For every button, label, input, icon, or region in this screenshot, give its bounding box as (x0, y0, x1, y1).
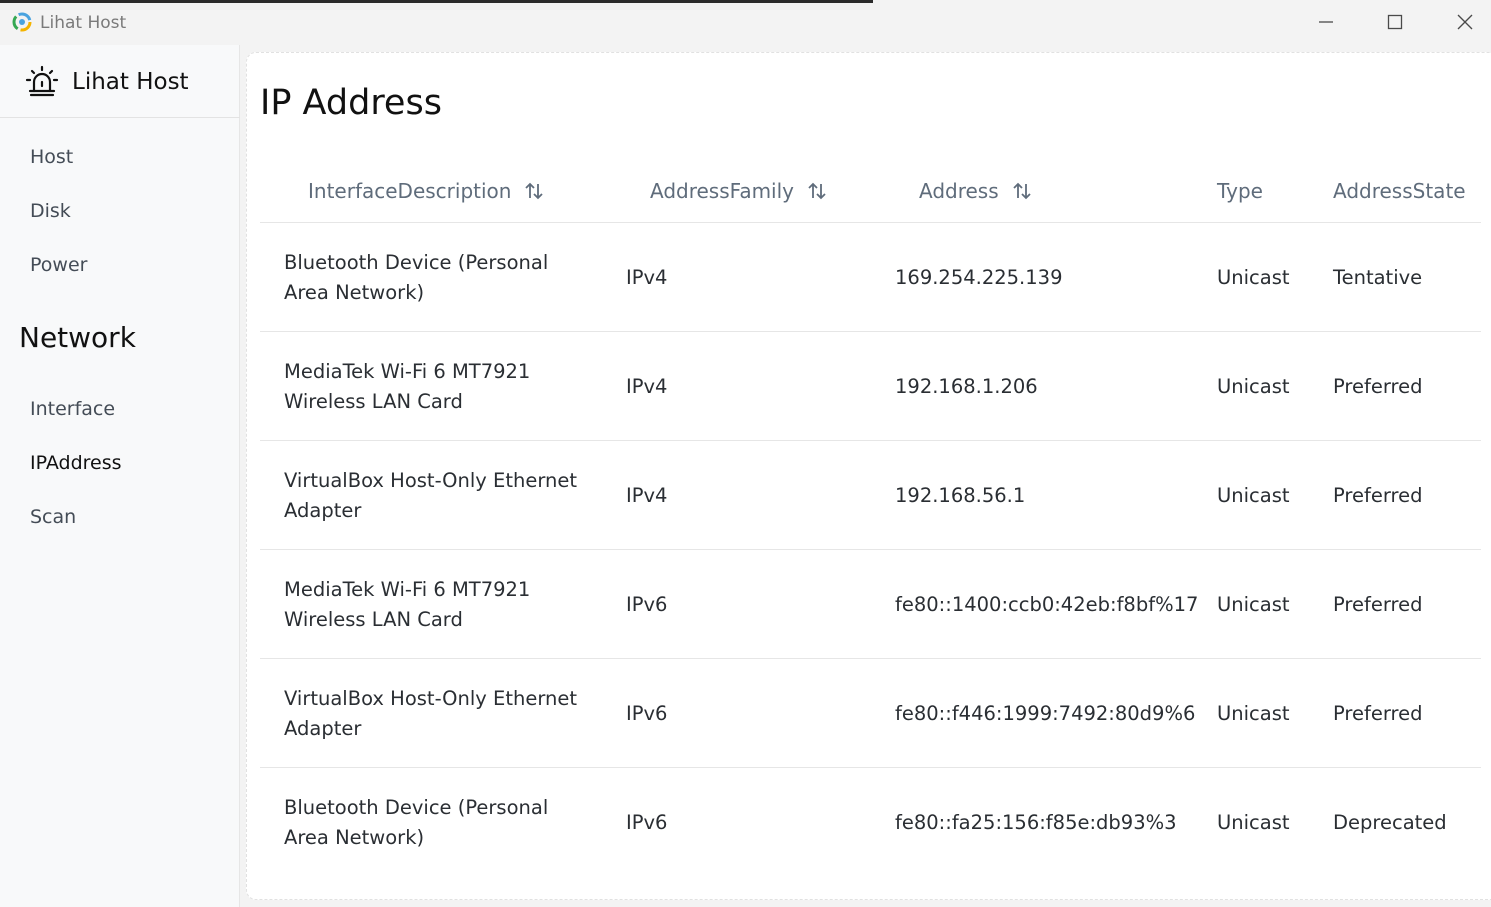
cell-text: Adapter (284, 499, 362, 522)
close-icon (1457, 14, 1473, 34)
cell-address-state: Preferred (1333, 593, 1423, 616)
siren-alarm-icon (24, 63, 60, 99)
sidebar-item-scan[interactable]: Scan (30, 506, 76, 528)
sidebar: Lihat Host Host Disk Power Network Inter… (0, 45, 240, 907)
cell-address-family: IPv6 (626, 811, 668, 834)
cell-text: Adapter (284, 717, 362, 740)
cell-text: VirtualBox Host-Only Ethernet (284, 469, 578, 492)
table-row[interactable]: MediaTek Wi-Fi 6 MT7921 Wireless LAN Car… (260, 550, 1481, 659)
cell-text: VirtualBox Host-Only Ethernet (284, 687, 578, 710)
cell-type: Unicast (1217, 702, 1290, 725)
table-row[interactable]: Bluetooth Device (Personal Area Network)… (260, 223, 1481, 332)
minimize-button[interactable] (1291, 3, 1361, 45)
maximize-button[interactable] (1360, 3, 1430, 45)
page-title: IP Address (260, 83, 442, 123)
cell-text: Wireless LAN Card (284, 390, 463, 413)
column-header-address[interactable]: Address (919, 179, 1033, 203)
cell-text: Wireless LAN Card (284, 608, 463, 631)
cell-address-family: IPv6 (626, 593, 668, 616)
cell-address: fe80::f446:1999:7492:80d9%6 (895, 702, 1196, 725)
cell-address-state: Preferred (1333, 702, 1423, 725)
cell-text: MediaTek Wi-Fi 6 MT7921 (284, 578, 531, 601)
column-header-label: InterfaceDescription (308, 179, 512, 203)
cell-address-family: IPv4 (626, 375, 668, 398)
cell-type: Unicast (1217, 593, 1290, 616)
table-header: InterfaceDescription AddressFamily Addre… (260, 157, 1481, 223)
cell-text: Bluetooth Device (Personal (284, 796, 549, 819)
cell-type: Unicast (1217, 811, 1290, 834)
sidebar-item-disk[interactable]: Disk (30, 200, 71, 222)
column-header-type: Type (1217, 179, 1263, 203)
cell-interface-description: Bluetooth Device (Personal Area Network) (284, 248, 594, 308)
table-row[interactable]: VirtualBox Host-Only Ethernet Adapter IP… (260, 659, 1481, 768)
main-content: IP Address InterfaceDescription AddressF… (246, 52, 1491, 900)
sidebar-brand[interactable]: Lihat Host (0, 45, 240, 118)
cell-address-family: IPv4 (626, 484, 668, 507)
sidebar-item-host[interactable]: Host (30, 146, 73, 168)
column-header-label: Type (1217, 179, 1263, 203)
table-row[interactable]: Bluetooth Device (Personal Area Network)… (260, 768, 1481, 877)
cell-interface-description: MediaTek Wi-Fi 6 MT7921 Wireless LAN Car… (284, 575, 594, 635)
cell-address-family: IPv6 (626, 702, 668, 725)
cell-text: MediaTek Wi-Fi 6 MT7921 (284, 360, 531, 383)
cell-address-state: Preferred (1333, 375, 1423, 398)
sidebar-item-power[interactable]: Power (30, 254, 87, 276)
app-window: Lihat Host Lihat Host Host Disk Power Ne… (0, 0, 1491, 907)
cell-interface-description: Bluetooth Device (Personal Area Network) (284, 793, 594, 853)
lihat-logo-icon (12, 12, 32, 32)
cell-interface-description: VirtualBox Host-Only Ethernet Adapter (284, 466, 594, 526)
title-bar[interactable]: Lihat Host (0, 3, 1491, 45)
cell-interface-description: MediaTek Wi-Fi 6 MT7921 Wireless LAN Car… (284, 357, 594, 417)
column-header-interfacedescription[interactable]: InterfaceDescription (308, 179, 545, 203)
cell-address-state: Deprecated (1333, 811, 1447, 834)
sort-arrows-icon[interactable] (806, 180, 828, 202)
column-header-label: AddressState (1333, 179, 1466, 203)
cell-address-state: Tentative (1333, 266, 1423, 289)
cell-type: Unicast (1217, 266, 1290, 289)
cell-interface-description: VirtualBox Host-Only Ethernet Adapter (284, 684, 594, 744)
cell-address: fe80::1400:ccb0:42eb:f8bf%17 (895, 593, 1199, 616)
cell-address-family: IPv4 (626, 266, 668, 289)
table-row[interactable]: VirtualBox Host-Only Ethernet Adapter IP… (260, 441, 1481, 550)
cell-address-state: Preferred (1333, 484, 1423, 507)
column-header-addressfamily[interactable]: AddressFamily (650, 179, 828, 203)
cell-address: 192.168.56.1 (895, 484, 1026, 507)
sidebar-item-ipaddress[interactable]: IPAddress (30, 452, 122, 474)
column-header-label: AddressFamily (650, 179, 795, 203)
sidebar-group-network[interactable]: Network (19, 321, 136, 354)
sort-arrows-icon[interactable] (1011, 180, 1033, 202)
cell-type: Unicast (1217, 484, 1290, 507)
sort-arrows-icon[interactable] (523, 180, 545, 202)
cell-address: 192.168.1.206 (895, 375, 1038, 398)
table-row[interactable]: MediaTek Wi-Fi 6 MT7921 Wireless LAN Car… (260, 332, 1481, 441)
cell-address: 169.254.225.139 (895, 266, 1063, 289)
sidebar-item-interface[interactable]: Interface (30, 398, 115, 420)
window-title: Lihat Host (40, 13, 127, 33)
minimize-icon (1318, 14, 1334, 34)
close-button[interactable] (1430, 3, 1491, 45)
column-header-addressstate: AddressState (1333, 179, 1466, 203)
cell-text: Bluetooth Device (Personal (284, 251, 549, 274)
brand-label: Lihat Host (72, 69, 189, 95)
cell-type: Unicast (1217, 375, 1290, 398)
maximize-icon (1387, 14, 1403, 34)
cell-text: Area Network) (284, 281, 425, 304)
column-header-label: Address (919, 179, 999, 203)
cell-text: Area Network) (284, 826, 425, 849)
cell-address: fe80::fa25:156:f85e:db93%3 (895, 811, 1177, 834)
